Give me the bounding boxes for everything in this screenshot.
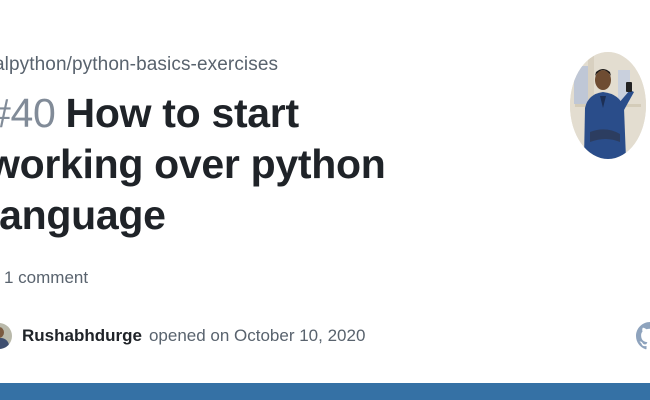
issue-number: #40 (0, 90, 56, 136)
profile-photo (570, 52, 646, 159)
repo-path-link[interactable]: alpython/python-basics-exercises (0, 54, 278, 76)
author-name[interactable]: Rushabhdurge (22, 326, 142, 346)
issue-title-text: How to start working over python languag… (0, 90, 386, 238)
github-mark-icon[interactable] (636, 322, 650, 350)
issue-author-row: Rushabhdurge opened on October 10, 2020 (0, 321, 365, 351)
issue-title: #40How to start working over python lang… (0, 88, 428, 241)
comment-count-label: 1 comment (4, 268, 89, 287)
comment-count[interactable]: 1 comment (0, 268, 88, 288)
opened-date: opened on October 10, 2020 (148, 326, 366, 345)
author-avatar[interactable] (0, 323, 12, 349)
bottom-accent-bar (0, 383, 650, 400)
